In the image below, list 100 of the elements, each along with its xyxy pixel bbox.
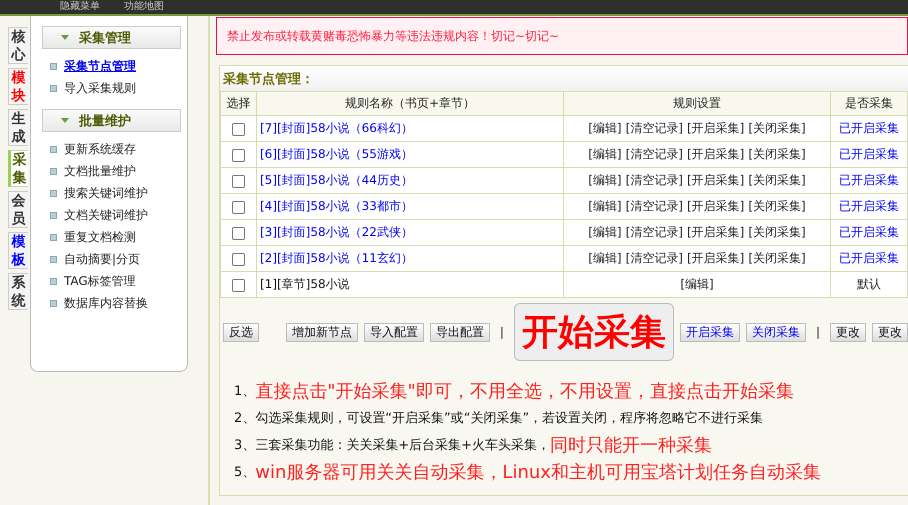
toolbar-button[interactable]: 反选 [223, 322, 259, 342]
toolbar-button[interactable]: 关闭采集 [746, 322, 806, 342]
toolbar-button[interactable]: 更改 [872, 322, 908, 342]
table-title: 采集节点管理： [220, 66, 908, 91]
toolbar-button[interactable]: 增加新节点 [286, 322, 358, 342]
checkbox[interactable] [232, 278, 245, 292]
action-link[interactable]: [清空记录] [626, 173, 683, 187]
checkbox[interactable] [232, 122, 245, 136]
column-header: 选择 [220, 92, 256, 116]
action-link[interactable]: [编辑] [588, 251, 622, 265]
menu-link[interactable]: 更新系统缓存 [64, 140, 136, 158]
checkbox[interactable] [232, 226, 245, 240]
action-link[interactable]: [编辑] [588, 199, 622, 213]
menu-group-header[interactable]: 采集管理 [42, 26, 181, 49]
instruction-line: 5、win服务器可用关关自动采集，Linux和主机可用宝塔计划任务自动采集 [234, 460, 822, 484]
instruction-line: 3、三套采集功能：关关采集+后台采集+火车头采集，同时只能开一种采集 [234, 434, 714, 458]
menu-link[interactable]: 采集节点管理 [64, 58, 136, 74]
action-link[interactable]: [编辑] [588, 147, 622, 161]
side-tab[interactable]: 采集 [8, 150, 28, 187]
status-cell: 已开启采集 [830, 194, 908, 220]
action-link[interactable]: [关闭采集] [748, 147, 806, 161]
action-link[interactable]: [清空记录] [626, 199, 683, 213]
toolbar-button[interactable]: 导入配置 [364, 322, 424, 342]
top-menu-link[interactable]: 隐藏菜单 [60, 1, 100, 13]
menu-group-title: 采集管理 [79, 30, 131, 46]
action-link[interactable]: [编辑] [680, 277, 714, 291]
action-link[interactable]: [开启采集] [687, 251, 744, 265]
rule-name-link[interactable]: [7][封面]58小说（66科幻） [256, 116, 564, 142]
action-link[interactable]: [编辑] [588, 225, 622, 239]
menu-link[interactable]: 文档批量维护 [64, 162, 136, 180]
bullet-icon [50, 278, 57, 284]
bullet-icon [50, 190, 57, 196]
rule-name-link[interactable]: [6][封面]58小说（55游戏） [256, 142, 564, 168]
action-link[interactable]: [编辑] [588, 121, 622, 135]
action-link[interactable]: [关闭采集] [748, 225, 806, 239]
caret-icon [61, 35, 69, 40]
menu-link[interactable]: 搜索关键词维护 [64, 184, 148, 202]
bullet-icon [50, 62, 57, 70]
bullet-icon [50, 146, 57, 152]
side-tab[interactable]: 会员 [8, 191, 28, 228]
separator: | [500, 325, 504, 339]
checkbox[interactable] [232, 200, 245, 214]
status-cell: 已开启采集 [830, 168, 908, 194]
menu-link[interactable]: 导入采集规则 [64, 80, 136, 96]
action-link[interactable]: [清空记录] [626, 121, 683, 135]
warning-banner: 禁止发布或转载黄赌毒恐怖暴力等违法违规内容！切记~切记~ [216, 17, 908, 55]
rule-name-link[interactable]: [3][封面]58小说（22武侠） [256, 220, 564, 246]
instruction-line: 2、勾选采集规则，可设置“开启采集”或“关闭采集”，若设置关闭，程序将忽略它不进行采集 [234, 410, 764, 428]
status-cell: 已开启采集 [830, 220, 908, 246]
side-tab[interactable]: 模块 [8, 68, 28, 105]
action-link[interactable]: [清空记录] [626, 225, 683, 239]
menu-group-title: 批量维护 [79, 112, 131, 130]
action-link[interactable]: [开启采集] [687, 121, 744, 135]
menu-link[interactable]: 自动摘要|分页 [64, 250, 140, 268]
column-header: 是否采集 [830, 92, 908, 116]
bullet-icon [50, 212, 57, 218]
menu-link[interactable]: 数据库内容替换 [64, 294, 148, 312]
menu-link[interactable]: 文档关键词维护 [64, 206, 148, 224]
column-header: 规则名称（书页+章节） [256, 92, 564, 116]
action-link[interactable]: [关闭采集] [748, 173, 806, 187]
bullet-icon [50, 300, 57, 306]
action-link[interactable]: [清空记录] [626, 147, 683, 161]
top-menu-link[interactable]: 功能地图 [124, 1, 164, 13]
toolbar-button[interactable]: 开启采集 [680, 322, 740, 342]
action-link[interactable]: [清空记录] [626, 251, 683, 265]
menu-link[interactable]: 重复文档检测 [64, 228, 136, 246]
checkbox[interactable] [232, 148, 245, 162]
toolbar-button[interactable]: 导出配置 [430, 322, 490, 342]
bullet-icon [50, 168, 57, 174]
rule-name-link[interactable]: [1][章节]58小说 [256, 272, 564, 298]
menu-group-header[interactable]: 批量维护 [42, 109, 181, 132]
action-link[interactable]: [关闭采集] [748, 251, 806, 265]
separator: | [816, 325, 820, 339]
action-link[interactable]: [开启采集] [687, 147, 744, 161]
action-link[interactable]: [关闭采集] [748, 199, 806, 213]
side-tab[interactable]: 核心 [8, 27, 28, 64]
side-tab[interactable]: 生成 [8, 109, 28, 146]
side-tab[interactable]: 系统 [8, 273, 28, 310]
bullet-icon [50, 256, 57, 262]
action-link[interactable]: [开启采集] [687, 173, 744, 187]
rule-name-link[interactable]: [4][封面]58小说（33都市） [256, 194, 564, 220]
action-link[interactable]: [开启采集] [687, 199, 744, 213]
caret-icon [61, 118, 69, 123]
checkbox[interactable] [232, 252, 245, 266]
status-cell: 已开启采集 [830, 116, 908, 142]
toolbar-button[interactable]: 更改 [830, 322, 866, 342]
rule-name-link[interactable]: [5][封面]58小说（44历史） [256, 168, 564, 194]
menu-link[interactable]: TAG标签管理 [64, 272, 136, 290]
action-link[interactable]: [开启采集] [687, 225, 744, 239]
action-link[interactable]: [编辑] [588, 173, 622, 187]
rule-name-link[interactable]: [2][封面]58小说（11玄幻） [256, 246, 564, 272]
instruction-line: 1、直接点击"开始采集"即可，不用全选，不用设置，直接点击开始采集 [234, 380, 795, 404]
action-link[interactable]: [关闭采集] [748, 121, 806, 135]
status-cell: 已开启采集 [830, 142, 908, 168]
column-header: 规则设置 [564, 92, 830, 116]
side-tab[interactable]: 模板 [8, 232, 28, 269]
status-cell: 已开启采集 [830, 246, 908, 272]
bullet-icon [50, 84, 57, 92]
checkbox[interactable] [232, 174, 245, 188]
status-cell: 默认 [830, 272, 908, 298]
